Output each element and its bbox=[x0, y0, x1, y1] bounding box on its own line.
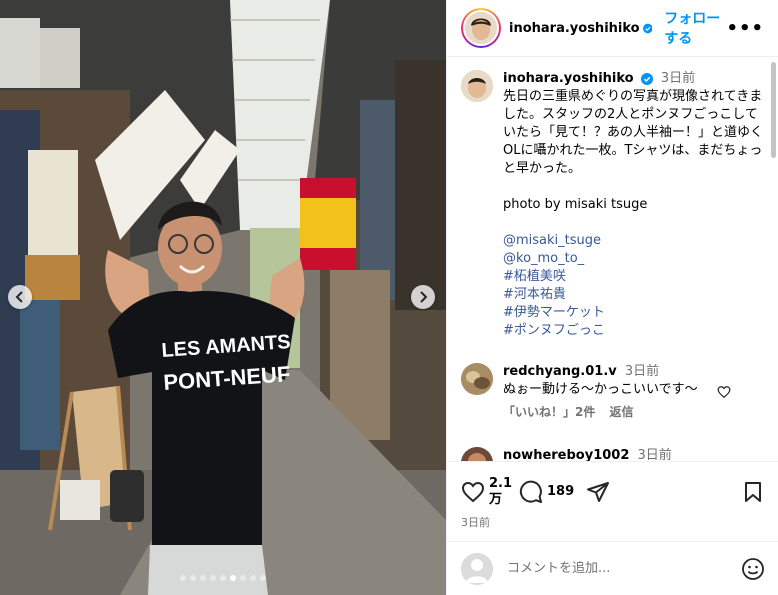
likes-count[interactable]: 2.1万 bbox=[489, 476, 512, 508]
carousel-dot bbox=[180, 575, 186, 581]
chevron-right-icon bbox=[420, 291, 428, 303]
caption-tag-link[interactable]: #伊勢マーケット bbox=[503, 304, 765, 322]
comment-input[interactable] bbox=[507, 561, 717, 576]
more-options-button[interactable]: ••• bbox=[726, 18, 764, 39]
comment-timestamp[interactable]: 3日前 bbox=[638, 448, 672, 461]
comment-avatar[interactable] bbox=[461, 363, 493, 395]
comments-count[interactable]: 189 bbox=[547, 484, 574, 500]
carousel-dot bbox=[200, 575, 206, 581]
verified-badge-icon bbox=[640, 72, 653, 85]
post-side-panel: inohara.yoshihiko フォローする ••• inohara.yos… bbox=[446, 0, 778, 595]
bookmark-icon bbox=[745, 482, 761, 502]
heart-icon bbox=[461, 481, 485, 503]
comments-scroll-area[interactable]: inohara.yoshihiko 3日前 先日の三重県めぐりの写真が現像されて… bbox=[447, 58, 778, 461]
caption-credit: photo by misaki tsuge bbox=[503, 197, 648, 212]
emoji-icon[interactable] bbox=[741, 557, 765, 581]
carousel-dot bbox=[220, 575, 226, 581]
caption-tag-link[interactable]: #柘植美咲 bbox=[503, 268, 765, 286]
scrollbar-thumb[interactable] bbox=[771, 62, 776, 158]
carousel-dot bbox=[210, 575, 216, 581]
caption-tag-link[interactable]: #河本祐貴 bbox=[503, 286, 765, 304]
verified-badge-icon bbox=[642, 23, 653, 33]
caption-avatar[interactable] bbox=[461, 70, 493, 102]
caption-tag-link[interactable]: @misaki_tsuge bbox=[503, 232, 765, 250]
comment-username[interactable]: redchyang.01.v bbox=[503, 364, 617, 379]
comment-item: nowhereboy1002 3日前 bbox=[447, 447, 757, 461]
avatar-image bbox=[465, 12, 497, 44]
caption-tag-link[interactable]: @ko_mo_to_ bbox=[503, 250, 765, 268]
share-paper-plane-icon bbox=[587, 482, 610, 502]
carousel-dot bbox=[260, 575, 266, 581]
like-button[interactable]: 2.1万 bbox=[461, 476, 512, 508]
caption-tag-link[interactable]: #ポンヌフごっこ bbox=[503, 322, 765, 340]
carousel-dot bbox=[250, 575, 256, 581]
default-avatar-icon bbox=[461, 552, 493, 585]
carousel-indicator bbox=[0, 575, 446, 581]
carousel-dot bbox=[190, 575, 196, 581]
post-date[interactable]: 3日前 bbox=[461, 514, 765, 530]
caption-username[interactable]: inohara.yoshihiko bbox=[503, 71, 634, 86]
comment-like-heart-icon[interactable] bbox=[717, 385, 731, 399]
comment-timestamp[interactable]: 3日前 bbox=[625, 364, 659, 379]
carousel-prev-button[interactable] bbox=[8, 285, 32, 309]
avatar-image bbox=[461, 363, 493, 395]
current-user-avatar bbox=[461, 552, 493, 585]
caption-timestamp[interactable]: 3日前 bbox=[661, 71, 695, 86]
author-username[interactable]: inohara.yoshihiko bbox=[509, 21, 640, 36]
comment-username[interactable]: nowhereboy1002 bbox=[503, 448, 629, 461]
post-photo[interactable]: LES AMANTS PONT-NEUF bbox=[0, 0, 446, 595]
comment-avatar[interactable] bbox=[461, 447, 493, 461]
follow-button[interactable]: フォローする bbox=[664, 8, 726, 48]
chevron-left-icon bbox=[15, 291, 23, 303]
post-header: inohara.yoshihiko フォローする ••• bbox=[447, 0, 778, 57]
post-actions: 2.1万 189 3日前 bbox=[447, 461, 778, 541]
caption-text: 先日の三重県めぐりの写真が現像されてきました。スタッフの2人とポンヌフごっこして… bbox=[503, 89, 764, 176]
carousel-dot bbox=[240, 575, 246, 581]
comment-bubble-icon bbox=[519, 480, 542, 503]
caption-tags: @misaki_tsuge @ko_mo_to_ #柘植美咲 #河本祐貴 #伊勢マーケッ… bbox=[503, 232, 765, 340]
comment-item: redchyang.01.v 3日前 ぬぉー動ける〜かっこいいです〜 「いいね！… bbox=[447, 363, 757, 421]
photo-illustration: LES AMANTS PONT-NEUF bbox=[0, 0, 446, 595]
share-button[interactable] bbox=[586, 480, 610, 504]
add-comment-bar bbox=[447, 541, 778, 595]
avatar-image bbox=[461, 447, 493, 461]
author-avatar[interactable] bbox=[461, 8, 501, 48]
comment-text: ぬぉー動ける〜かっこいいです〜 bbox=[503, 382, 698, 397]
save-button[interactable] bbox=[741, 480, 765, 504]
post-caption: inohara.yoshihiko 3日前 先日の三重県めぐりの写真が現像されて… bbox=[447, 58, 778, 340]
carousel-next-button[interactable] bbox=[411, 285, 435, 309]
carousel-dot bbox=[230, 575, 236, 581]
comment-reply-button[interactable]: 返信 bbox=[610, 405, 634, 419]
comment-button[interactable]: 189 bbox=[519, 480, 574, 504]
comment-likes-link[interactable]: 「いいね！」2件 bbox=[503, 405, 595, 419]
avatar-image bbox=[461, 70, 493, 102]
